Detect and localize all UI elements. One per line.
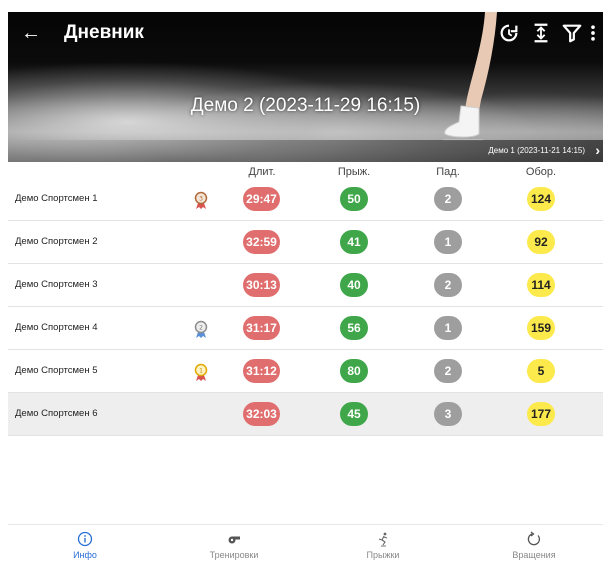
tab-jumps-label: Прыжки [366,550,400,560]
rotation-icon [474,531,594,549]
whistle-icon [174,531,294,549]
falls-badge: 2 [434,359,462,383]
duration-badge: 31:12 [243,359,280,383]
athlete-name: Демо Спортсмен 2 [15,236,98,247]
falls-badge: 3 [434,402,462,426]
table-row[interactable]: Демо Спортсмен 2 32:59 41 1 92 [8,221,603,264]
tab-info[interactable]: Инфо [25,525,145,564]
falls-badge: 1 [434,316,462,340]
athlete-name: Демо Спортсмен 1 [15,193,98,204]
jumps-badge: 45 [340,402,368,426]
table-row[interactable]: Демо Спортсмен 6 32:03 45 3 177 [8,393,603,436]
app-screen: ← Дневник Демо 2 (2023-11-29 16:15) Демо… [8,12,603,564]
duration-badge: 29:47 [243,187,280,211]
vertical-align-icon[interactable] [530,22,554,46]
tab-spins-label: Вращения [512,550,556,560]
athlete-name: Демо Спортсмен 3 [15,279,98,290]
rotations-badge: 92 [527,230,555,254]
athlete-name: Демо Спортсмен 4 [15,322,98,333]
falls-badge: 1 [434,230,462,254]
table-row[interactable]: Демо Спортсмен 3 30:13 40 2 114 [8,264,603,307]
column-header-duration: Длит. [248,166,276,178]
table-row[interactable]: Демо Спортсмен 4 2 31:17 56 1 159 [8,307,603,350]
previous-session-link[interactable]: Демо 1 (2023-11-21 14:15) › [8,140,603,162]
column-header-falls: Пад. [436,166,460,178]
column-header-jumps: Прыж. [337,166,371,178]
header-banner: ← Дневник Демо 2 (2023-11-29 16:15) Демо… [8,12,603,162]
column-header-rotations: Обор. [525,166,557,178]
athlete-name: Демо Спортсмен 6 [15,408,98,419]
top-app-bar: ← Дневник [8,12,603,56]
svg-text:1: 1 [199,368,203,375]
jumps-badge: 80 [340,359,368,383]
jumps-badge: 56 [340,316,368,340]
tab-jumps[interactable]: Прыжки [323,525,443,564]
duration-badge: 32:03 [243,402,280,426]
tab-info-label: Инфо [73,550,97,560]
gold-medal-icon: 1 [194,363,208,381]
table-row[interactable]: Демо Спортсмен 5 1 31:12 80 2 5 [8,350,603,393]
rotations-badge: 159 [527,316,555,340]
session-title: Демо 2 (2023-11-29 16:15) [190,95,421,116]
rotations-badge: 124 [527,187,555,211]
history-icon[interactable] [498,22,522,46]
bottom-navigation: Инфо Тренировки Прыжки Вращения [8,524,603,564]
rotations-badge: 5 [527,359,555,383]
svg-text:3: 3 [199,196,203,203]
svg-text:2: 2 [199,325,203,332]
athletes-table: Демо Спортсмен 1 3 29:47 50 2 124 Демо С… [8,178,603,436]
rotations-badge: 177 [527,402,555,426]
chevron-right-icon[interactable]: › [595,142,600,158]
falls-badge: 2 [434,273,462,297]
info-icon [25,531,145,549]
more-vert-icon[interactable] [588,22,600,46]
tab-trainings[interactable]: Тренировки [174,525,294,564]
duration-badge: 30:13 [243,273,280,297]
tab-spins[interactable]: Вращения [474,525,594,564]
rotations-badge: 114 [527,273,555,297]
duration-badge: 31:17 [243,316,280,340]
athlete-name: Демо Спортсмен 5 [15,365,98,376]
skater-icon [323,531,443,549]
filter-icon[interactable] [561,22,585,46]
app-title: Дневник [64,22,144,43]
table-row[interactable]: Демо Спортсмен 1 3 29:47 50 2 124 [8,178,603,221]
silver-medal-icon: 2 [194,320,208,338]
duration-badge: 32:59 [243,230,280,254]
tab-trainings-label: Тренировки [209,550,259,560]
previous-session-label: Демо 1 (2023-11-21 14:15) [488,146,585,155]
back-arrow-icon[interactable]: ← [21,22,43,44]
jumps-badge: 41 [340,230,368,254]
falls-badge: 2 [434,187,462,211]
bronze-medal-icon: 3 [194,191,208,209]
jumps-badge: 40 [340,273,368,297]
jumps-badge: 50 [340,187,368,211]
